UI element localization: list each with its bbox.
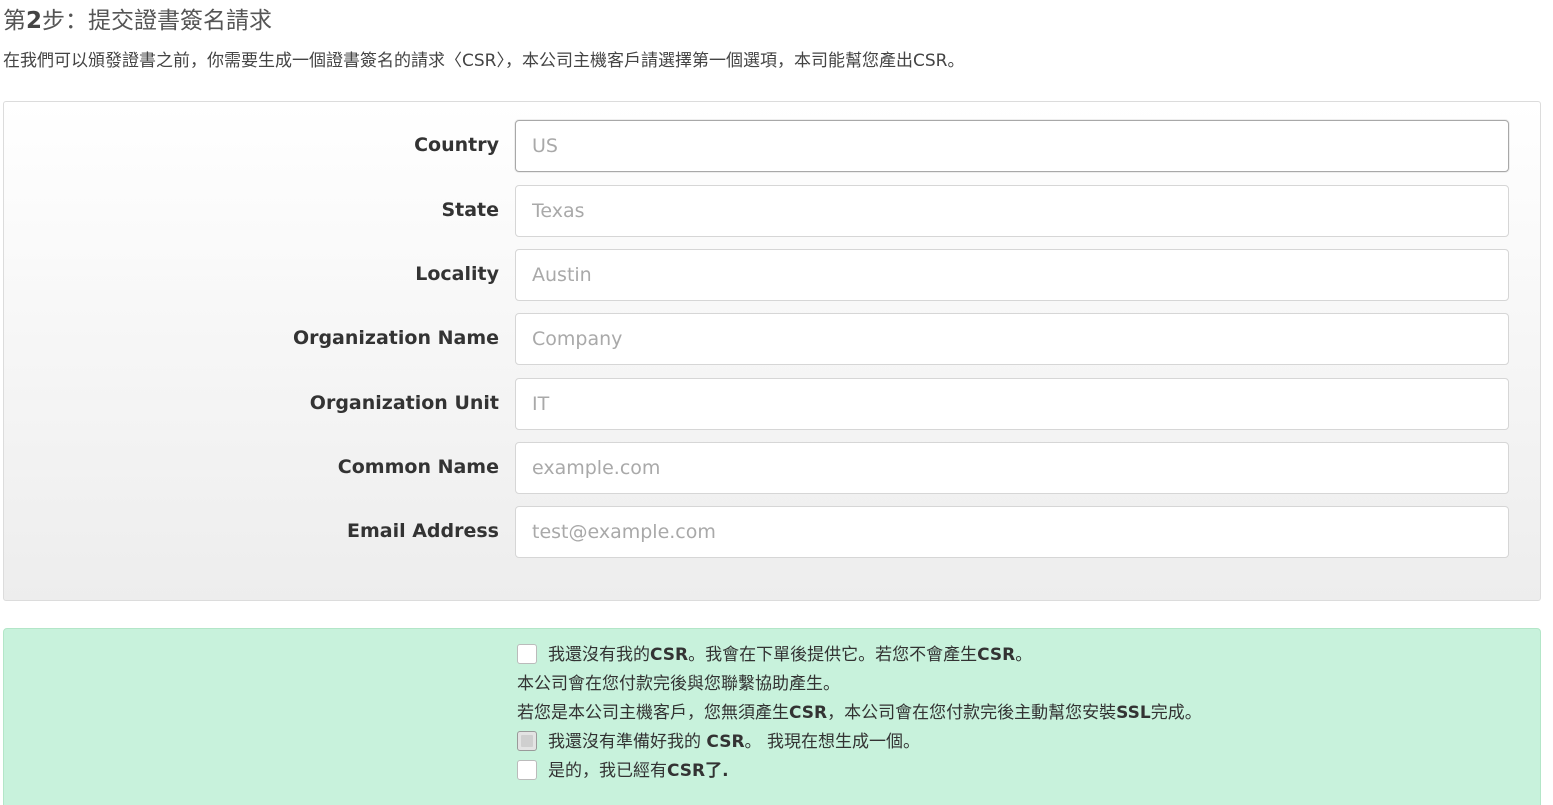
form-row-locality: Locality (4, 249, 1542, 301)
organization-name-label: Organization Name (292, 327, 499, 349)
step-title: 第2步：提交證書簽名請求 (3, 4, 272, 38)
hosting-note-text-2: ，本公司會在您付款完後主動幫您安裝 (827, 703, 1117, 723)
provide-later-text-2: 。我會在下單後提供它。若您不會產生 (688, 645, 978, 665)
state-label: State (441, 199, 499, 221)
provide-later-csr-2: CSR (977, 645, 1016, 665)
organization-name-input[interactable] (515, 313, 1509, 365)
step-number: 2 (26, 8, 43, 34)
provide-later-text-3: 。 (1015, 645, 1033, 665)
form-row-common-name: Common Name (4, 442, 1542, 494)
csr-note-hosting-customer: 若您是本公司主機客戶，您無須產生CSR，本公司會在您付款完後主動幫您安裝SSL完… (517, 699, 1202, 728)
hosting-note-csr: CSR (789, 703, 828, 723)
organization-unit-label: Organization Unit (309, 392, 499, 414)
hosting-note-ssl: SSL (1116, 703, 1151, 723)
csr-option-generate-now[interactable]: 我還沒有準備好我的 CSR。 我現在想生成一個。 (517, 728, 920, 757)
provide-later-checkbox[interactable] (517, 643, 537, 664)
email-address-label: Email Address (346, 520, 499, 542)
step-title-text: 步：提交證書簽名請求 (42, 8, 273, 34)
generate-now-text-1: 我還沒有準備好我的 (548, 732, 707, 752)
generate-now-csr: CSR (706, 732, 745, 752)
generate-now-text-2: 。 我現在想生成一個。 (744, 732, 920, 752)
country-label: Country (414, 134, 499, 156)
csr-option-provide-later[interactable]: 我還沒有我的CSR。我會在下單後提供它。若您不會產生CSR。 (517, 641, 1032, 670)
hosting-note-text-1: 若您是本公司主機客戶，您無須產生 (517, 703, 789, 723)
generate-now-checkbox[interactable] (517, 730, 537, 751)
locality-input[interactable] (515, 249, 1509, 301)
form-row-state: State (4, 185, 1542, 237)
already-have-text: 是的，我已經有 (548, 761, 667, 781)
common-name-label: Common Name (337, 456, 499, 478)
form-row-organization-unit: Organization Unit (4, 378, 1542, 430)
form-row-country: Country (4, 120, 1542, 172)
form-row-organization-name: Organization Name (4, 313, 1542, 365)
locality-label: Locality (415, 263, 499, 285)
common-name-input[interactable] (515, 442, 1509, 494)
form-row-email-address: Email Address (4, 506, 1542, 558)
step-description: 在我們可以頒發證書之前，你需要生成一個證書簽名的請求〈CSR〉，本公司主機客戶請… (3, 51, 965, 71)
already-have-checkbox[interactable] (517, 759, 537, 780)
csr-options-panel: 我還沒有我的CSR。我會在下單後提供它。若您不會產生CSR。 本公司會在您付款完… (3, 628, 1541, 805)
csr-option-already-have[interactable]: 是的，我已經有CSR了. (517, 757, 729, 786)
email-address-input[interactable] (515, 506, 1509, 558)
checkout-step-page: 第2步：提交證書簽名請求 在我們可以頒發證書之前，你需要生成一個證書簽名的請求〈… (0, 0, 1553, 805)
provide-later-csr-1: CSR (650, 645, 689, 665)
step-title-prefix: 第 (3, 8, 26, 34)
organization-unit-input[interactable] (515, 378, 1509, 430)
already-have-csr: CSR了. (667, 761, 729, 781)
provide-later-text-1: 我還沒有我的 (548, 645, 650, 665)
csr-form-panel: Country State Locality Organization Name… (3, 101, 1541, 601)
csr-note-contact: 本公司會在您付款完後與您聯繫協助產生。 (517, 674, 840, 694)
hosting-note-text-3: 完成。 (1150, 703, 1202, 723)
state-input[interactable] (515, 185, 1509, 237)
country-input[interactable] (515, 120, 1509, 172)
